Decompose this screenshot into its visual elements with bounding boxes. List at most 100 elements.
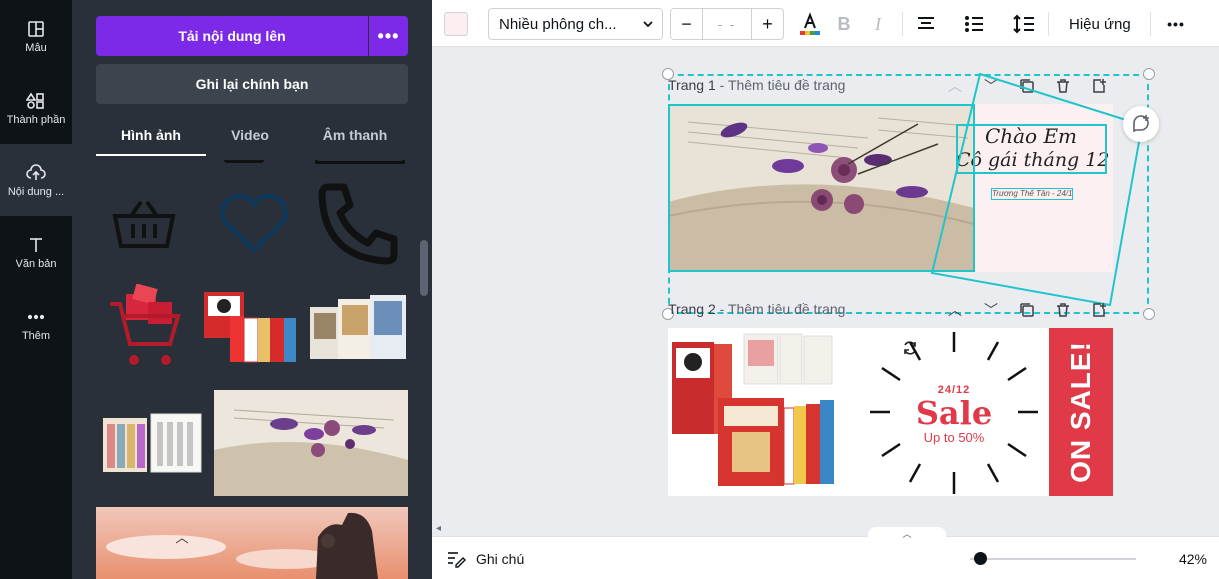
text-color-button[interactable]: [796, 10, 824, 38]
rail-item-label: Thêm: [21, 329, 51, 342]
editor-footer: Ghi chú 42%: [432, 536, 1219, 579]
comment-plus-icon: [1133, 115, 1149, 133]
book-set-image: [310, 295, 406, 359]
upload-cloud-icon: [26, 163, 46, 180]
italic-icon: I: [875, 13, 881, 34]
page-number-label: Trang 2: [668, 301, 716, 317]
add-comment-button[interactable]: [1123, 106, 1159, 142]
left-rail: Mẫu Thành phần Nội dung ... Văn bản Thêm: [0, 0, 72, 579]
uploaded-image[interactable]: [96, 507, 408, 579]
zoom-slider-track[interactable]: [970, 558, 1136, 560]
duplicate-page-button[interactable]: [1017, 300, 1037, 320]
page-2[interactable]: 24/12 Sale Up to 50% ON SALE!: [668, 328, 1113, 496]
notes-label: Ghi chú: [476, 550, 525, 567]
upload-button[interactable]: Tải nội dung lên: [96, 16, 368, 56]
increase-size-button[interactable]: +: [751, 9, 783, 39]
uploaded-image[interactable]: [214, 390, 408, 496]
sherlock-box-set-image: [204, 292, 296, 363]
move-page-up-button[interactable]: ︿: [945, 300, 965, 320]
uploaded-image[interactable]: [96, 282, 192, 374]
add-page-button[interactable]: [1089, 300, 1109, 320]
font-size-input[interactable]: - -: [703, 9, 751, 39]
more-options-button[interactable]: •••: [1162, 10, 1190, 38]
zoom-slider-handle[interactable]: [974, 552, 987, 565]
horizontal-scroll-left[interactable]: ◂: [436, 523, 441, 534]
chevron-up-icon: ︿: [902, 528, 912, 539]
font-family-select[interactable]: Nhiều phông ch...: [488, 8, 663, 40]
editor-toolbar: Nhiều phông ch... − - - + B I Hiệu ứng •…: [432, 0, 1219, 47]
tab-images[interactable]: Hình ảnh: [96, 118, 206, 156]
upload-tabs: Hình ảnh Video Âm thanh: [96, 118, 408, 156]
italic-button[interactable]: I: [864, 10, 892, 38]
spacing-button[interactable]: [1010, 10, 1038, 38]
more-dots-icon: •••: [1167, 16, 1185, 32]
notes-button[interactable]: Ghi chú: [446, 537, 524, 579]
uploaded-image[interactable]: [214, 158, 274, 164]
record-yourself-button[interactable]: Ghi lại chính bạn: [96, 64, 408, 104]
background-color-swatch[interactable]: [444, 12, 468, 36]
panel-scrollbar[interactable]: [420, 240, 428, 296]
resize-handle[interactable]: [1143, 308, 1155, 320]
canvas-area: Trang 1 - Thêm tiêu đề trang ︿ ﹀ Chào Em…: [432, 47, 1219, 536]
on-sale-banner[interactable]: ON SALE!: [1049, 328, 1113, 496]
font-family-value: Nhiều phông ch...: [499, 15, 617, 33]
sale-subtitle: Up to 50%: [923, 430, 985, 445]
sherlock-books-image[interactable]: [668, 328, 838, 496]
toolbar-divider: [1150, 12, 1151, 36]
decrease-size-button[interactable]: −: [671, 9, 703, 39]
uploaded-image[interactable]: [96, 390, 206, 496]
trash-icon: [1057, 303, 1069, 317]
rail-item-label: Nội dung ...: [7, 185, 65, 198]
editor-app: Mẫu Thành phần Nội dung ... Văn bản Thêm…: [0, 0, 1219, 579]
duplicate-icon: [1020, 303, 1034, 317]
rail-item-templates[interactable]: Mẫu: [0, 0, 72, 72]
move-page-down-button[interactable]: ﹀: [981, 300, 1001, 320]
sale-title: Sale: [915, 394, 993, 432]
delete-page-button[interactable]: [1053, 300, 1073, 320]
rail-item-label: Thành phần: [6, 113, 66, 126]
uploaded-image[interactable]: [314, 158, 406, 166]
rail-item-elements[interactable]: Thành phần: [0, 72, 72, 144]
rail-item-more[interactable]: Thêm: [0, 288, 72, 360]
align-button[interactable]: [912, 10, 940, 38]
bullet-list-icon: [965, 16, 983, 32]
basket-icon: [112, 200, 176, 248]
more-dots-icon: [27, 314, 45, 319]
page-title[interactable]: Trang 2 - Thêm tiêu đề trang: [668, 301, 845, 317]
bold-icon: B: [837, 13, 851, 34]
heart-icon: [220, 193, 288, 253]
toolbar-divider: [902, 12, 903, 36]
zoom-level[interactable]: 42%: [1179, 537, 1207, 579]
template-icon: [28, 20, 44, 37]
tab-audio[interactable]: Âm thanh: [302, 118, 408, 156]
uploaded-image[interactable]: [310, 178, 408, 270]
text-icon: [30, 237, 42, 252]
rail-item-label: Mẫu: [25, 41, 47, 54]
flowers-on-book-image: [214, 390, 408, 496]
elements-icon: [26, 92, 44, 109]
uploaded-image[interactable]: [204, 282, 302, 374]
resize-handle[interactable]: [1143, 68, 1155, 80]
phone-icon: [318, 183, 398, 265]
expand-pages-button[interactable]: ︿: [868, 527, 946, 539]
page-title-placeholder: Thêm tiêu đề trang: [727, 301, 846, 317]
list-button[interactable]: [960, 10, 988, 38]
chevron-up-icon: ︿: [948, 302, 962, 318]
rail-item-uploads[interactable]: Nội dung ...: [0, 144, 72, 216]
rail-item-label: Văn bản: [15, 257, 57, 270]
uploaded-image[interactable]: [206, 178, 302, 270]
line-spacing-icon: [1013, 14, 1034, 34]
bold-button[interactable]: B: [830, 10, 858, 38]
sale-block[interactable]: 24/12 Sale Up to 50%: [904, 384, 1004, 445]
uploaded-image[interactable]: [96, 178, 192, 270]
uploads-panel: Tải nội dung lên ••• Ghi lại chính bạn H…: [72, 0, 432, 579]
uploaded-image[interactable]: [310, 282, 408, 374]
effects-button[interactable]: Hiệu ứng: [1056, 8, 1144, 40]
resize-handle[interactable]: [662, 68, 674, 80]
on-sale-text: ON SALE!: [1065, 341, 1096, 483]
toolbar-divider: [1048, 12, 1049, 36]
add-page-icon: [1093, 303, 1106, 317]
upload-more-button[interactable]: •••: [369, 16, 408, 56]
rail-item-text[interactable]: Văn bản: [0, 216, 72, 288]
tab-video[interactable]: Video: [202, 118, 298, 156]
